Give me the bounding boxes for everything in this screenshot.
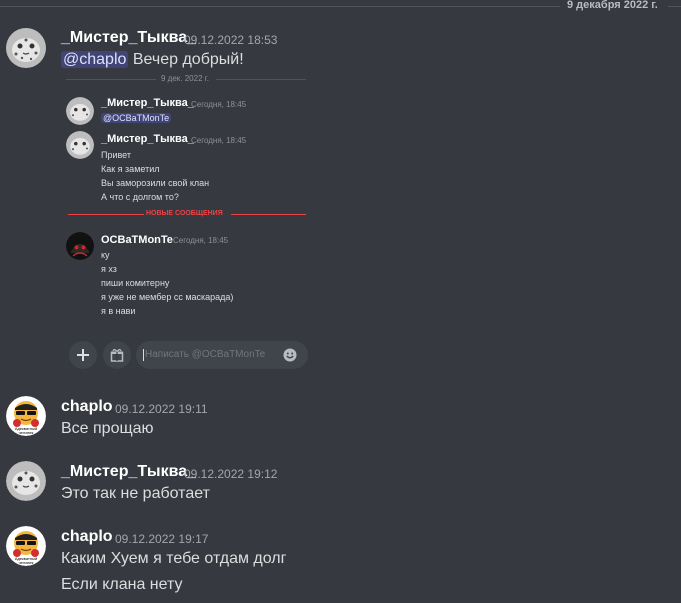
plus-icon [77,349,89,361]
date-divider: 9 декабря 2022 г. [0,0,681,11]
embedded-timestamp: Сегодня, 18:45 [191,136,247,145]
divider-line [66,79,156,80]
message-timestamp[interactable]: 09.12.2022 19:17 [115,532,208,546]
embedded-avatar-ocbatmonte [66,232,94,260]
divider-line [216,79,306,80]
avatar-chaplo[interactable]: Адекватный человек [6,526,46,566]
plus-button [69,341,97,369]
embedded-message-line: ку [101,250,110,260]
embedded-username: _Мистер_Тыква_ [101,133,194,145]
message-text: Все прощаю [61,420,154,437]
embedded-username: OCBaTMonTe [101,234,173,246]
message-timestamp[interactable]: 09.12.2022 18:53 [184,33,277,47]
gift-button [103,341,131,369]
embedded-timestamp: Сегодня, 18:45 [191,100,247,109]
text-cursor [143,349,144,361]
new-messages-label: НОВЫЕ СООБЩЕНИЯ [146,210,223,217]
message-timestamp[interactable]: 09.12.2022 19:12 [184,467,277,481]
embedded-message-line: пиши комитерну [101,278,170,288]
input-placeholder: Написать @OCBaTMonTe [145,349,266,360]
embedded-message-input: Написать @OCBaTMonTe [136,341,308,369]
embedded-message-line: я в нави [101,306,136,316]
embedded-message: @OCBaTMonTe [101,111,172,125]
message-username[interactable]: chaplo [61,398,113,416]
message-text: Если клана нету [61,576,183,593]
gift-icon [110,349,124,362]
embedded-avatar-mister-tykva [66,131,94,159]
svg-text:человек: человек [19,430,34,435]
embedded-message-line: я уже не мембер сс маскарада) [101,292,234,302]
embedded-date-label: 9 дек. 2022 г. [161,74,209,83]
message-username[interactable]: _Мистер_Тыква_ [61,29,196,47]
message-text: Это так не работает [61,485,210,502]
svg-text:человек: человек [19,560,34,565]
new-messages-divider: НОВЫЕ СООБЩЕНИЯ [68,210,306,217]
message-username[interactable]: _Мистер_Тыква_ [61,463,196,481]
message-text: Каким Хуем я тебе отдам долг [61,550,287,567]
embedded-message-line: А что с долгом то? [101,192,179,202]
embedded-message-line: Вы заморозили свой клан [101,178,210,188]
avatar-mister-tykva[interactable] [6,28,46,68]
embedded-username: _Мистер_Тыква_ [101,97,194,109]
divider-line [0,6,560,7]
message-text: Вечер добрый! [132,51,244,68]
avatar-chaplo[interactable]: Адекватный человек [6,396,46,436]
embedded-message-line: Привет [101,150,132,160]
avatar-mister-tykva[interactable] [6,461,46,501]
embedded-date-divider: 9 дек. 2022 г. [66,74,306,83]
embedded-message-line: я хз [101,264,117,274]
divider-line [668,6,681,7]
message-timestamp[interactable]: 09.12.2022 19:11 [115,402,208,416]
message-content: @chaplo Вечер добрый! [61,51,244,69]
emoji-icon [283,348,297,362]
message-username[interactable]: chaplo [61,528,113,546]
date-divider-label: 9 декабря 2022 г. [567,0,658,11]
embedded-mention: @OCBaTMonTe [101,113,172,123]
divider-line [68,214,144,215]
embedded-avatar-mister-tykva [66,97,94,125]
embedded-timestamp: Сегодня, 18:45 [173,236,229,245]
user-mention[interactable]: @chaplo [61,51,129,68]
divider-line [231,214,306,215]
embedded-message-line: Как я заметил [101,164,160,174]
